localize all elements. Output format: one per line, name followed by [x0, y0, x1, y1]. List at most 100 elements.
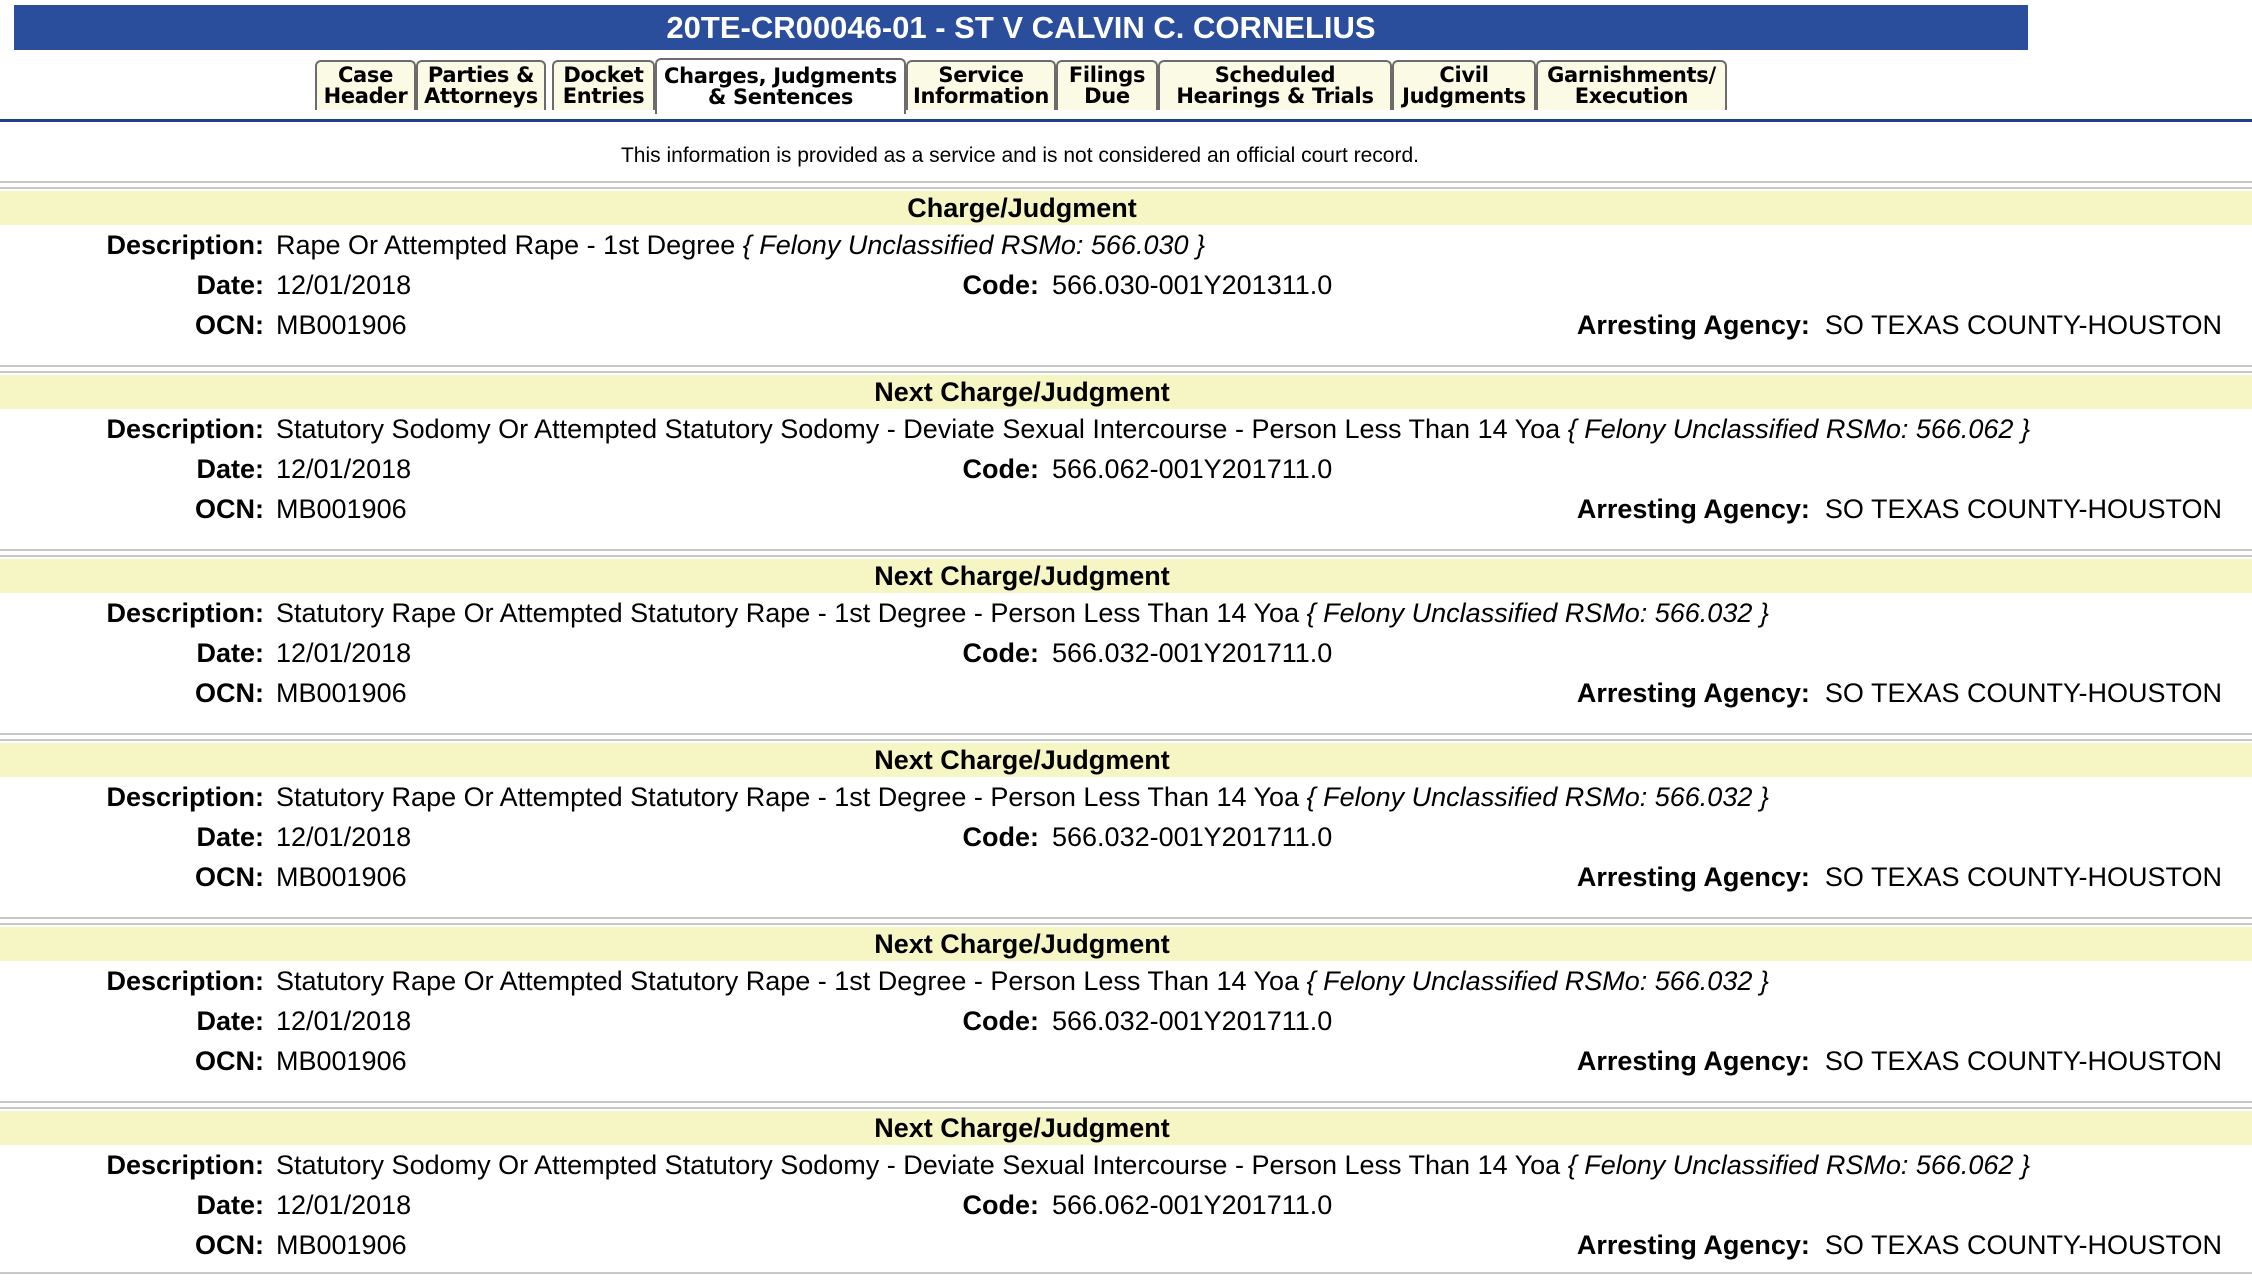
tab-docket-entries[interactable]: Docket Entries [552, 60, 655, 110]
description-label: Description: [106, 230, 264, 260]
tab-bar: Case Header Parties & Attorneys Docket E… [0, 58, 2252, 114]
date-value: 12/01/2018 [276, 822, 412, 852]
charge-header-label: Next Charge/Judgment [874, 929, 1170, 959]
charge-description: Statutory Rape Or Attempted Statutory Ra… [276, 966, 1300, 996]
charge-header: Next Charge/Judgment [0, 559, 2252, 593]
charge-record: Next Charge/Judgment Description: Statut… [0, 549, 2252, 733]
tab-garnishments-execution[interactable]: Garnishments/ Execution [1536, 60, 1727, 110]
tab-label-line2: Hearings & Trials [1176, 84, 1374, 108]
arresting-agency-value: SO TEXAS COUNTY-HOUSTON [1824, 1230, 2222, 1260]
description-row: Description: Statutory Rape Or Attempted… [0, 961, 2252, 1001]
tab-label-line1: Charges, Judgments [664, 64, 897, 88]
tab-label-line1: Parties & [427, 63, 535, 87]
tab-label-line1: Case [337, 63, 394, 87]
charge-statute: { Felony Unclassified RSMo: 566.062 } [1567, 414, 2030, 444]
disclaimer-notice: This information is provided as a servic… [620, 144, 1419, 167]
date-row: Date: 12/01/2018 Code: 566.032-001Y20171… [0, 1001, 2252, 1041]
code-label: Code: [962, 454, 1040, 484]
date-label: Date: [196, 1190, 264, 1220]
tab-case-header[interactable]: Case Header [315, 60, 416, 110]
charge-description: Statutory Rape Or Attempted Statutory Ra… [276, 782, 1300, 812]
charge-record: Next Charge/Judgment Description: Statut… [0, 917, 2252, 1101]
tab-label-line2: Attorneys [424, 84, 538, 108]
description-row: Description: Rape Or Attempted Rape - 1s… [0, 225, 2252, 265]
ocn-row: OCN: MB001906 Arresting Agency: SO TEXAS… [0, 489, 2252, 529]
date-value: 12/01/2018 [276, 638, 412, 668]
code-label: Code: [962, 638, 1040, 668]
arresting-agency: Arresting Agency: SO TEXAS COUNTY-HOUSTO… [1577, 673, 2222, 713]
tab-civil-judgments[interactable]: Civil Judgments [1392, 60, 1536, 110]
charge-header-label: Next Charge/Judgment [874, 561, 1170, 591]
tab-label-line1: Garnishments/ [1547, 63, 1716, 87]
tab-charges-judgments-sentences[interactable]: Charges, Judgments & Sentences [655, 58, 906, 114]
divider [0, 187, 2252, 189]
divider [0, 917, 2252, 919]
tab-filings-due[interactable]: Filings Due [1056, 60, 1158, 110]
divider [0, 733, 2252, 735]
date-row: Date: 12/01/2018 Code: 566.032-001Y20171… [0, 633, 2252, 673]
charge-statute: { Felony Unclassified RSMo: 566.032 } [1306, 782, 1769, 812]
divider [0, 923, 2252, 925]
arresting-agency-value: SO TEXAS COUNTY-HOUSTON [1824, 862, 2222, 892]
arresting-agency-value: SO TEXAS COUNTY-HOUSTON [1824, 1046, 2222, 1076]
ocn-row: OCN: MB001906 Arresting Agency: SO TEXAS… [0, 1041, 2252, 1081]
code-value: 566.062-001Y201711.0 [1052, 454, 1333, 484]
description-row: Description: Statutory Rape Or Attempted… [0, 593, 2252, 633]
ocn-row: OCN: MB001906 Arresting Agency: SO TEXAS… [0, 857, 2252, 897]
date-value: 12/01/2018 [276, 270, 412, 300]
arresting-agency-label: Arresting Agency: [1576, 310, 1810, 340]
divider [0, 371, 2252, 373]
ocn-label: OCN: [195, 1046, 264, 1076]
tab-label-line1: Filings [1068, 63, 1146, 87]
ocn-row: OCN: MB001906 Arresting Agency: SO TEXAS… [0, 305, 2252, 345]
code-label: Code: [962, 822, 1040, 852]
ocn-label: OCN: [195, 494, 264, 524]
date-value: 12/01/2018 [276, 1006, 412, 1036]
tab-label-line2: Execution [1574, 84, 1689, 108]
tab-label-line2: Due [1084, 84, 1130, 108]
code-value: 566.030-001Y201311.0 [1052, 270, 1333, 300]
tab-parties-attorneys[interactable]: Parties & Attorneys [416, 60, 546, 110]
ocn-value: MB001906 [276, 1230, 407, 1260]
date-value: 12/01/2018 [276, 1190, 412, 1220]
tab-divider [0, 119, 2252, 122]
date-label: Date: [196, 822, 264, 852]
code-value: 566.032-001Y201711.0 [1052, 1006, 1333, 1036]
date-value: 12/01/2018 [276, 454, 412, 484]
divider [0, 549, 2252, 551]
tab-service-information[interactable]: Service Information [906, 60, 1056, 110]
charge-header: Next Charge/Judgment [0, 1111, 2252, 1145]
arresting-agency-label: Arresting Agency: [1576, 494, 1810, 524]
tab-label-line1: Service [938, 63, 1024, 87]
divider [0, 181, 2252, 183]
charge-record: Next Charge/Judgment Description: Statut… [0, 733, 2252, 917]
arresting-agency: Arresting Agency: SO TEXAS COUNTY-HOUSTO… [1577, 1225, 2222, 1265]
description-value: Statutory Sodomy Or Attempted Statutory … [276, 1145, 2030, 1185]
arresting-agency: Arresting Agency: SO TEXAS COUNTY-HOUSTO… [1577, 489, 2222, 529]
description-value: Rape Or Attempted Rape - 1st Degree { Fe… [276, 225, 1205, 265]
charge-description: Statutory Rape Or Attempted Statutory Ra… [276, 598, 1300, 628]
arresting-agency-value: SO TEXAS COUNTY-HOUSTON [1824, 678, 2222, 708]
ocn-row: OCN: MB001906 Arresting Agency: SO TEXAS… [0, 673, 2252, 713]
arresting-agency: Arresting Agency: SO TEXAS COUNTY-HOUSTO… [1577, 1041, 2222, 1081]
tab-label-line2: Judgments [1402, 84, 1526, 108]
description-value: Statutory Rape Or Attempted Statutory Ra… [276, 593, 1769, 633]
tab-scheduled-hearings-trials[interactable]: Scheduled Hearings & Trials [1158, 60, 1392, 110]
charge-description: Rape Or Attempted Rape - 1st Degree [276, 230, 736, 260]
code-value: 566.062-001Y201711.0 [1052, 1190, 1333, 1220]
arresting-agency-label: Arresting Agency: [1576, 862, 1810, 892]
date-label: Date: [196, 270, 264, 300]
case-title: 20TE-CR00046-01 - ST V CALVIN C. CORNELI… [14, 5, 2028, 50]
description-label: Description: [106, 966, 264, 996]
ocn-label: OCN: [195, 1230, 264, 1260]
date-row: Date: 12/01/2018 Code: 566.062-001Y20171… [0, 449, 2252, 489]
tab-label-line2: Information [912, 84, 1050, 108]
description-value: Statutory Rape Or Attempted Statutory Ra… [276, 777, 1769, 817]
description-value: Statutory Rape Or Attempted Statutory Ra… [276, 961, 1769, 1001]
charge-header-label: Next Charge/Judgment [874, 377, 1170, 407]
divider [0, 555, 2252, 557]
charge-record: Charge/Judgment Description: Rape Or Att… [0, 181, 2252, 365]
code-label: Code: [962, 270, 1040, 300]
ocn-value: MB001906 [276, 1046, 407, 1076]
arresting-agency-value: SO TEXAS COUNTY-HOUSTON [1824, 310, 2222, 340]
